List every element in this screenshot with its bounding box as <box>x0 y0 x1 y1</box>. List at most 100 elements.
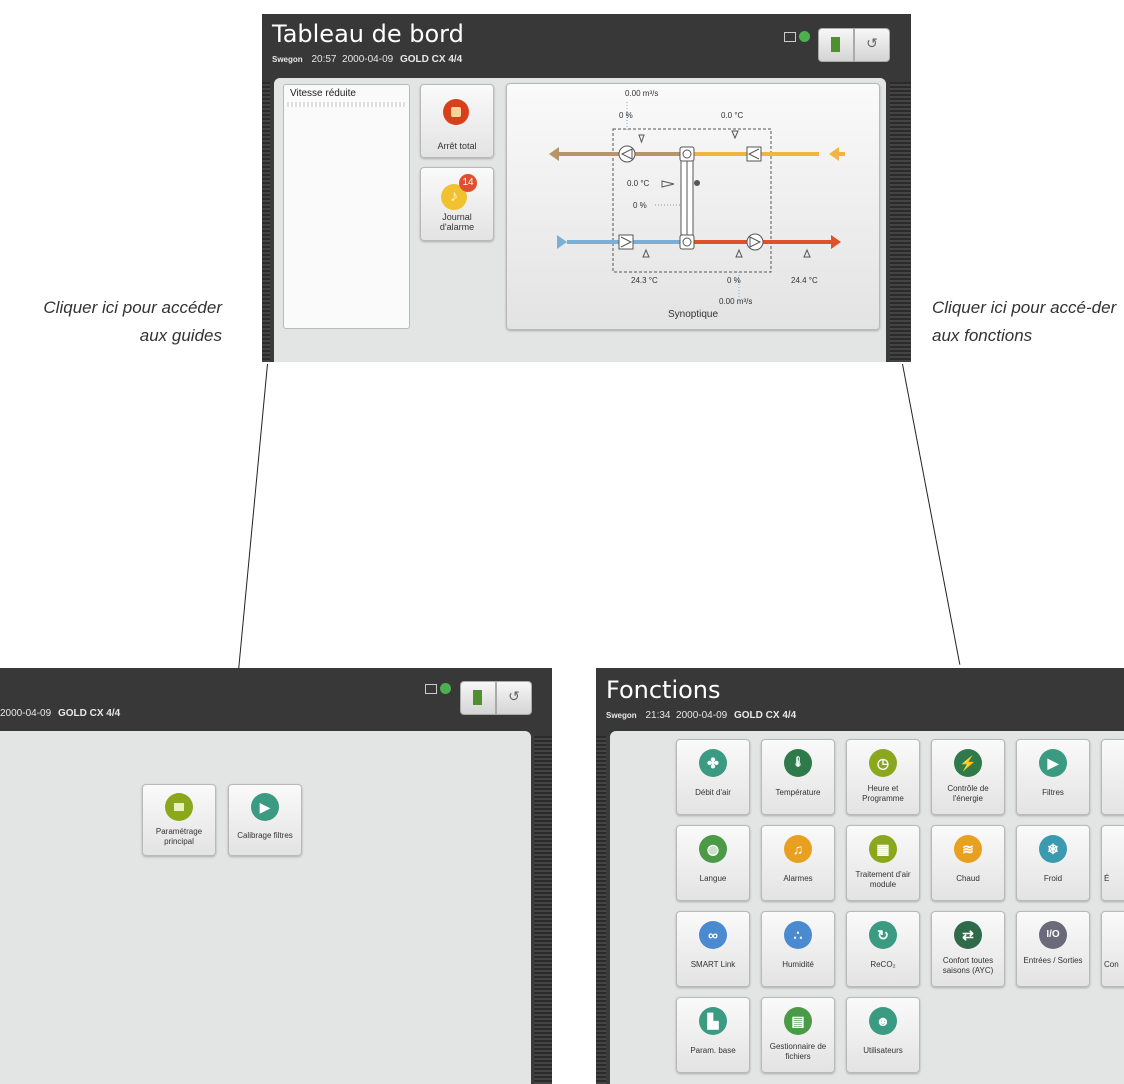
temp-bottom-left-value: 24.3 °C <box>631 276 658 285</box>
guides-callout: Cliquer ici pour accéder aux guides <box>43 298 222 345</box>
function-tile[interactable]: ❄ Froid <box>1016 825 1090 901</box>
guides-unit-name: GOLD CX 4/4 <box>57 708 121 719</box>
back-button[interactable]: ↺ <box>854 28 890 62</box>
function-tile[interactable]: ▤ Gestionnaire de fichiers <box>761 997 835 1073</box>
function-tile-partial[interactable]: É <box>1101 825 1124 901</box>
function-tile-label: Alarmes <box>783 874 813 883</box>
energy-icon: ⚡ <box>954 749 982 777</box>
guides-status-line: 2000-04-09 GOLD CX 4/4 <box>0 708 120 719</box>
guides-connector-line <box>238 363 268 669</box>
guides-screen: 2000-04-09 GOLD CX 4/4 ↺ Paramétrage pri… <box>0 668 552 1084</box>
network-icon <box>784 32 796 42</box>
flow-top-value: 0.00 m³/s <box>625 89 658 98</box>
guide-tile-filter-calibration[interactable]: ▶ Calibrage filtres <box>228 784 302 856</box>
header-date: 2000-04-09 <box>342 54 394 65</box>
function-tile-partial[interactable] <box>1101 739 1124 815</box>
function-tile-label: ReCO₂ <box>870 960 896 969</box>
function-tile[interactable]: I/O Entrées / Sorties <box>1016 911 1090 987</box>
stop-icon <box>443 99 469 125</box>
filter-icon: ▶ <box>1039 749 1067 777</box>
status-text: Vitesse réduite <box>290 88 356 99</box>
user-icon: ☻ <box>869 1007 897 1035</box>
unit-name: GOLD CX 4/4 <box>399 54 463 65</box>
user-status-icon <box>440 683 451 694</box>
status-panel: Vitesse réduite <box>283 84 410 329</box>
function-tile-label: Confort toutes saisons (AYC) <box>942 956 994 975</box>
function-tile[interactable]: ◍ Langue <box>676 825 750 901</box>
sensor-bottom-left-icon <box>642 248 650 258</box>
brand-logo: Swegon <box>272 55 303 64</box>
function-tile[interactable]: ☻ Utilisateurs <box>846 997 920 1073</box>
sensor-bottom-right-icon <box>803 248 811 258</box>
function-tile-label: Entrées / Sorties <box>1023 956 1083 965</box>
synoptic-panel[interactable]: 0.00 m³/s 0 % 0.0 °C 0.0 °C 0 % 24.3 °C … <box>506 83 880 330</box>
fan-icon: ✤ <box>699 749 727 777</box>
temp-middle-value: 0.0 °C <box>627 179 650 188</box>
alarm-log-button[interactable]: ♪ 14 Journal d'alarme <box>420 167 494 241</box>
temp-top-right-value: 0.0 °C <box>721 111 744 120</box>
dashboard-main-panel: Vitesse réduite Arrêt total ♪ 14 Journal… <box>274 78 886 362</box>
function-tile-label: Param. base <box>690 1046 736 1055</box>
sensor-top-right-icon <box>731 130 739 140</box>
function-tile[interactable]: ∴ Humidité <box>761 911 835 987</box>
function-tile[interactable]: ✤ Débit d'air <box>676 739 750 815</box>
function-tile-label: Gestionnaire de fichiers <box>769 1042 827 1061</box>
back-arrow-icon: ↺ <box>508 688 520 704</box>
function-tile[interactable]: ≋ Chaud <box>931 825 1005 901</box>
function-tile[interactable]: ◷ Heure et Programme <box>846 739 920 815</box>
header-time: 21:34 <box>645 710 671 721</box>
supply-outlet-arrow <box>831 235 841 249</box>
thermometer-icon: 🌡 <box>784 749 812 777</box>
guides-scroll-handle[interactable] <box>262 82 270 362</box>
guide-tile-label: Calibrage filtres <box>237 831 293 840</box>
file-icon: ▤ <box>784 1007 812 1035</box>
guides-screen-scroll-handle[interactable] <box>534 736 552 1084</box>
function-tile-partial[interactable]: Con <box>1101 911 1124 987</box>
function-tile-label: SMART Link <box>690 960 736 969</box>
humidity-icon: ∴ <box>784 921 812 949</box>
function-tile-label: Humidité <box>782 960 814 969</box>
guides-main-panel: Paramétrage principal ▶ Calibrage filtre… <box>0 731 531 1084</box>
functions-scroll-handle[interactable] <box>890 82 911 362</box>
header-status-line: Swegon 21:34 2000-04-09 GOLD CX 4/4 <box>606 710 796 721</box>
functions-screen-scroll-handle[interactable] <box>596 736 606 1084</box>
function-tile-label: Heure et Programme <box>862 784 904 803</box>
function-tile[interactable]: ∞ SMART Link <box>676 911 750 987</box>
function-tile[interactable]: 🌡 Température <box>761 739 835 815</box>
function-tile-label: Filtres <box>1042 788 1064 797</box>
function-tile[interactable]: ⇄ Confort toutes saisons (AYC) <box>931 911 1005 987</box>
sensor-mid-icon <box>661 180 675 188</box>
heat-icon: ≋ <box>954 835 982 863</box>
exit-button[interactable] <box>460 681 496 715</box>
functions-header: Fonctions Swegon 21:34 2000-04-09 GOLD C… <box>596 668 1124 736</box>
function-tile[interactable]: ↻ ReCO₂ <box>846 911 920 987</box>
function-tile-label: Traitement d'air module <box>855 870 911 889</box>
function-tile[interactable]: ⚡ Contrôle de l'énergie <box>931 739 1005 815</box>
header-time: 20:57 <box>311 54 337 65</box>
module-icon: ▦ <box>869 835 897 863</box>
function-tile[interactable]: ▶ Filtres <box>1016 739 1090 815</box>
door-icon <box>473 690 482 705</box>
function-tile-label: Utilisateurs <box>863 1046 903 1055</box>
function-tile[interactable]: ▙ Param. base <box>676 997 750 1073</box>
exit-button[interactable] <box>818 28 854 62</box>
guides-header: 2000-04-09 GOLD CX 4/4 ↺ <box>0 668 552 736</box>
guide-tile-main-settings[interactable]: Paramétrage principal <box>142 784 216 856</box>
sensor-top-left-icon <box>638 134 645 144</box>
function-tile[interactable]: ♫ Alarmes <box>761 825 835 901</box>
exchanger-bottom-icon <box>679 234 695 250</box>
alarm-log-label: Journal d'alarme <box>439 212 475 232</box>
guides-header-date: 2000-04-09 <box>0 708 52 719</box>
function-tile-label: É <box>1104 874 1110 883</box>
function-tile-label: Langue <box>699 874 727 883</box>
clock-icon: ◷ <box>869 749 897 777</box>
stop-label: Arrêt total <box>437 141 477 151</box>
function-tile-label: Température <box>775 788 821 797</box>
dashboard-screen: Tableau de bord Swegon 20:57 2000-04-09 … <box>262 14 911 362</box>
synoptic-diagram: 0.00 m³/s 0 % 0.0 °C 0.0 °C 0 % 24.3 °C … <box>549 89 845 320</box>
stop-button[interactable]: Arrêt total <box>420 84 494 158</box>
filter-icon: ▶ <box>251 793 279 821</box>
back-button[interactable]: ↺ <box>496 681 532 715</box>
door-icon <box>831 37 840 52</box>
function-tile[interactable]: ▦ Traitement d'air module <box>846 825 920 901</box>
